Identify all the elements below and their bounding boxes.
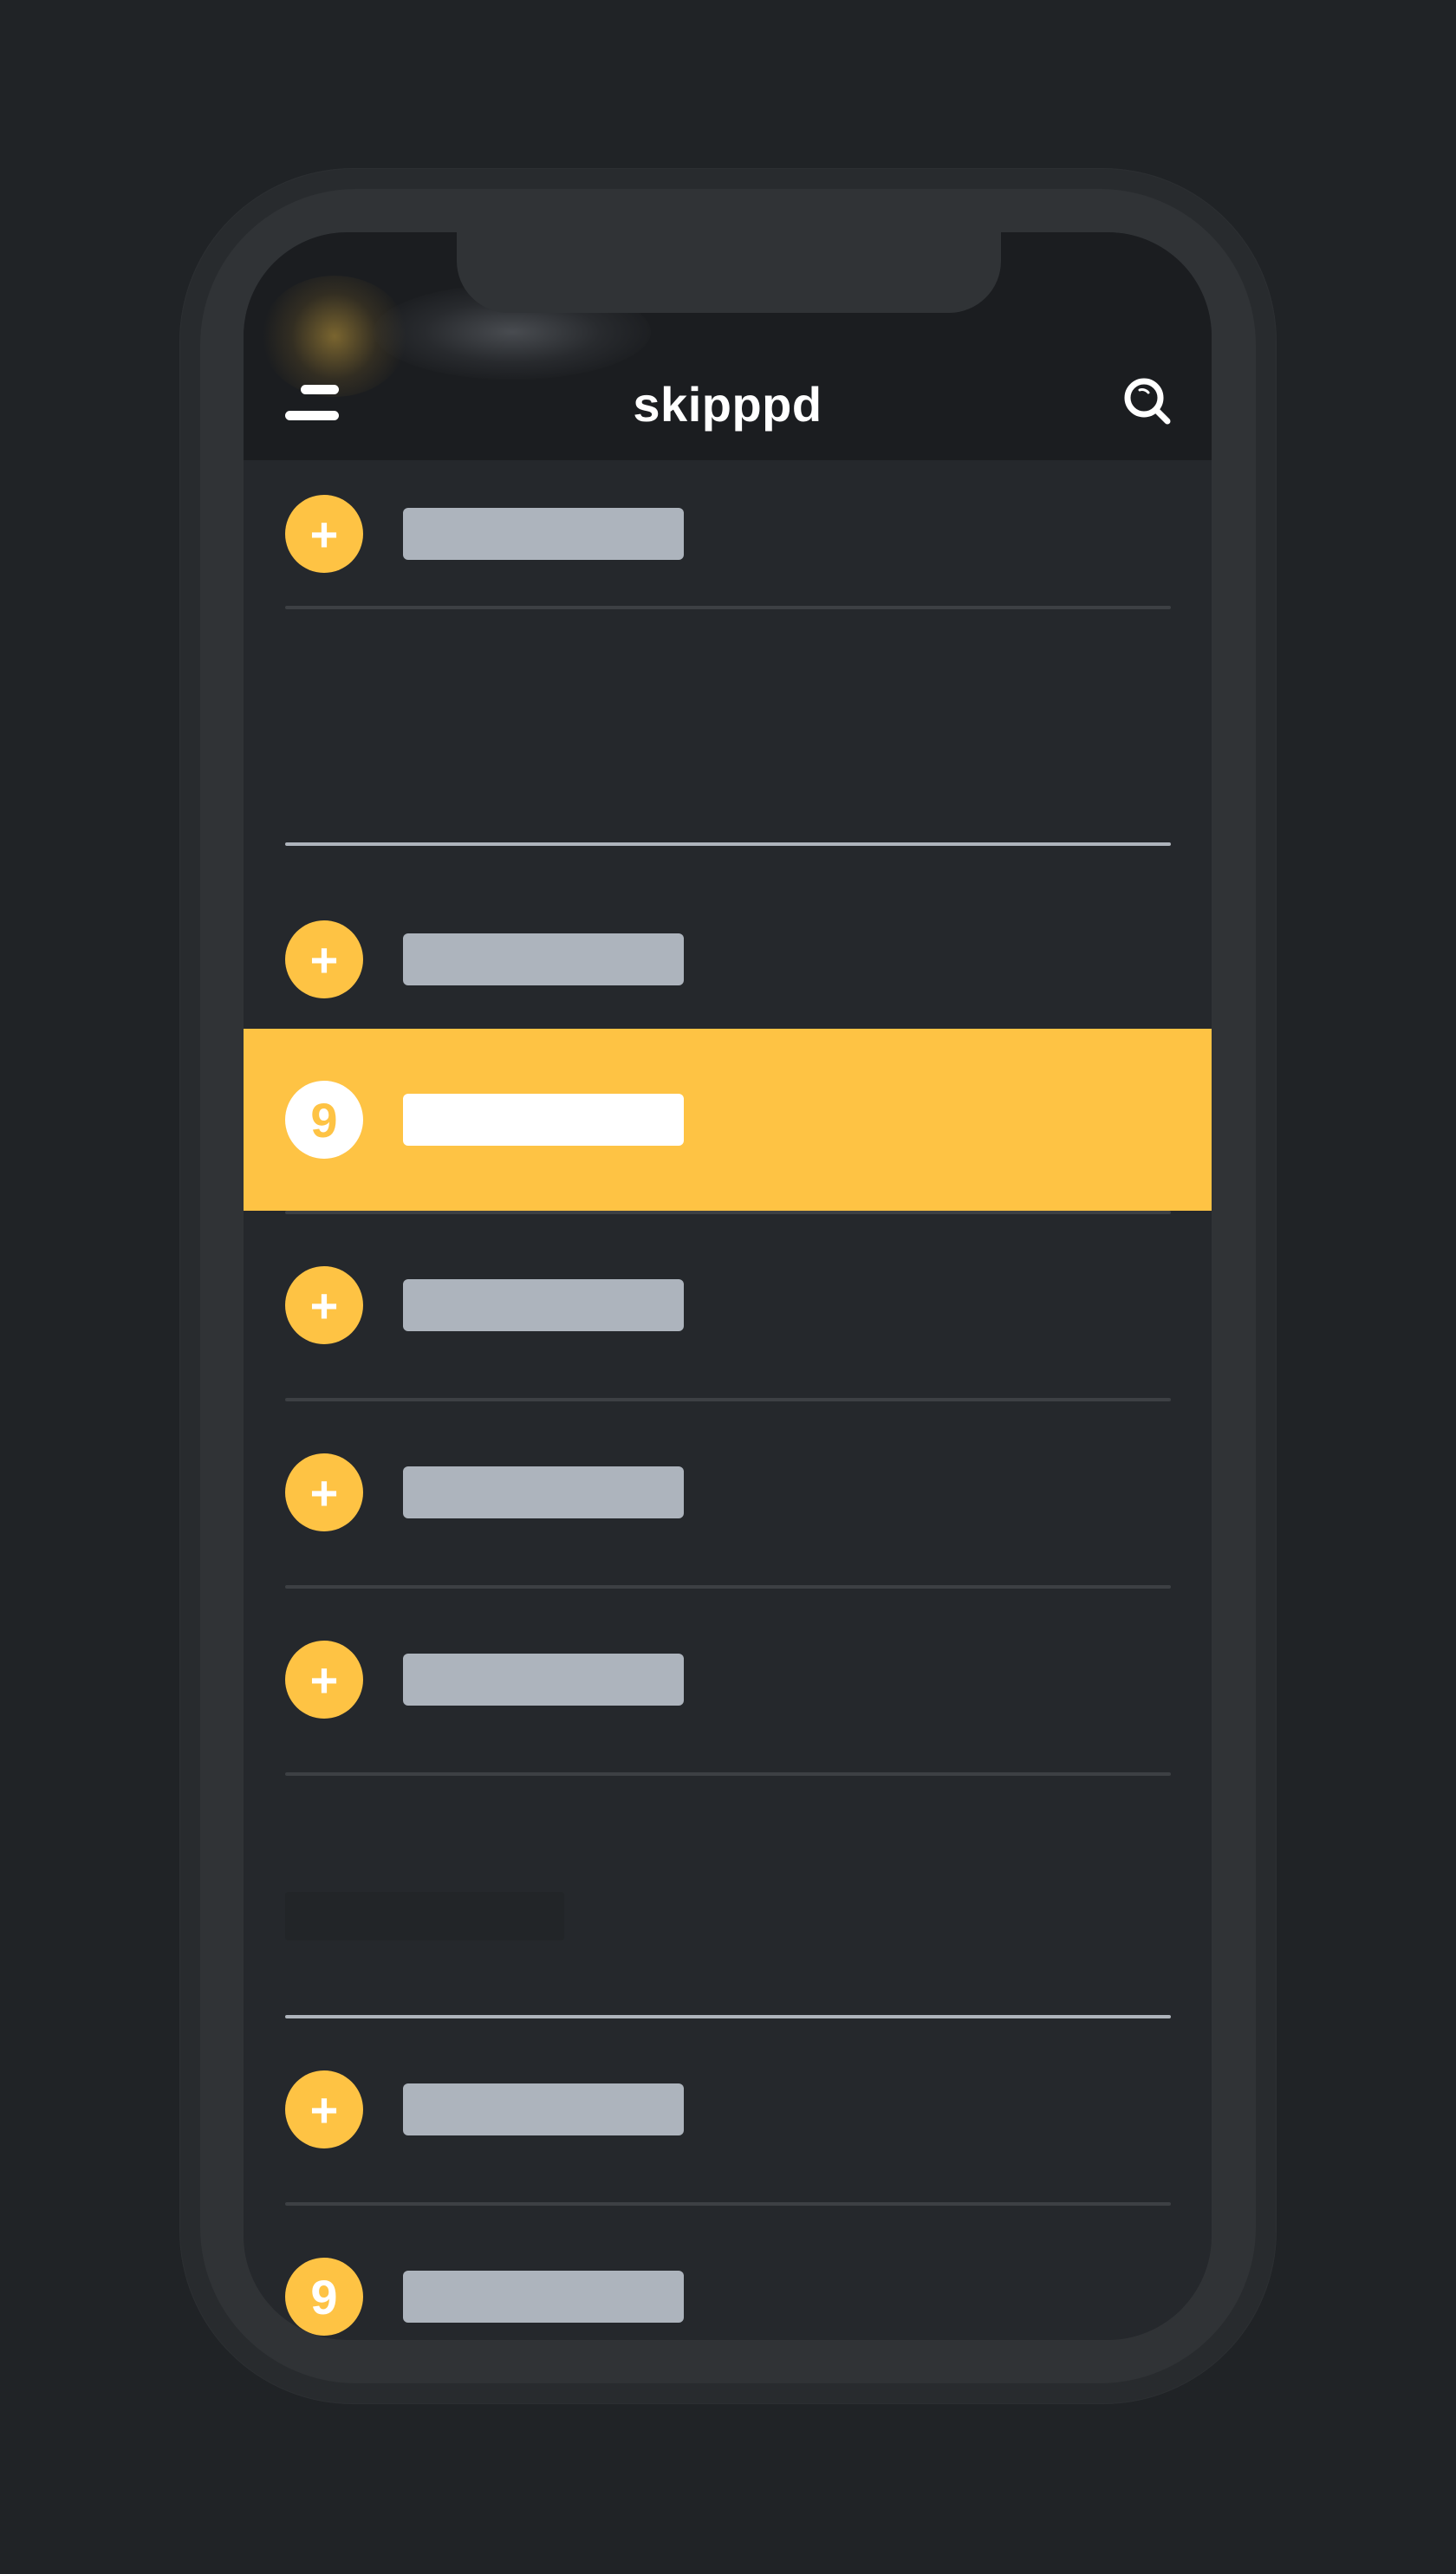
search-icon-graphic [1124,378,1171,425]
list-divider [285,606,1171,609]
item-title-placeholder [403,2083,684,2135]
phone-notch [457,232,1001,313]
app-screen: skipppd + + 9 + + + + 9 [244,232,1212,2340]
list-item[interactable]: + [244,1401,1212,1589]
search-icon[interactable] [1122,376,1174,428]
app-header: skipppd [244,232,1212,460]
app-title: skipppd [633,377,822,432]
add-button[interactable]: + [285,1641,363,1719]
list-item[interactable]: + [244,1214,1212,1401]
add-button[interactable]: + [285,1266,363,1344]
item-title-placeholder [403,2271,684,2323]
add-button[interactable]: + [285,495,363,573]
list-item-selected[interactable]: 9 [244,1029,1212,1211]
item-title-placeholder [403,1279,684,1331]
item-title-placeholder [403,1466,684,1518]
list-divider [285,1772,1171,1776]
list-item[interactable]: + [244,2018,1212,2206]
item-title-placeholder [403,508,684,560]
episode-number-badge[interactable]: 9 [285,1081,363,1159]
add-button[interactable]: + [285,2070,363,2148]
item-title-placeholder [403,1654,684,1706]
item-title-placeholder [403,1094,684,1146]
section-header-placeholder [285,1892,564,1940]
add-button[interactable]: + [285,920,363,998]
list-item[interactable]: + [244,460,1212,609]
list-item[interactable]: + [244,846,1212,1032]
add-button[interactable]: + [285,1453,363,1531]
list-item[interactable]: 9 [244,2206,1212,2340]
episode-number-badge[interactable]: 9 [285,2258,363,2336]
item-title-placeholder [403,933,684,985]
list-item[interactable]: + [244,1589,1212,1776]
